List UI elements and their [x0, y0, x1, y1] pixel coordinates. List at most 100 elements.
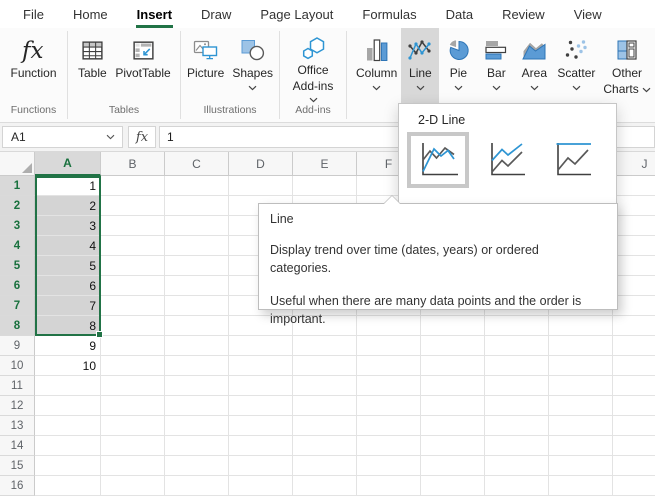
cell-i13[interactable]: [549, 416, 613, 436]
row-header-10[interactable]: 10: [0, 356, 35, 376]
cell-i16[interactable]: [549, 476, 613, 496]
chart-option-stacked-line[interactable]: [477, 132, 535, 188]
cell-d10[interactable]: [229, 356, 293, 376]
cell-j9[interactable]: [613, 336, 655, 356]
column-header-j[interactable]: J: [613, 152, 655, 176]
row-header-14[interactable]: 14: [0, 436, 35, 456]
cell-e13[interactable]: [293, 416, 357, 436]
cell-c7[interactable]: [165, 296, 229, 316]
ribbon-button-bar[interactable]: Bar: [477, 28, 515, 103]
column-header-a[interactable]: A: [35, 152, 101, 176]
cell-h10[interactable]: [485, 356, 549, 376]
cell-j5[interactable]: [613, 256, 655, 276]
ribbon-button-scatter[interactable]: Scatter: [553, 28, 599, 103]
row-header-11[interactable]: 11: [0, 376, 35, 396]
cell-b6[interactable]: [101, 276, 165, 296]
cell-c9[interactable]: [165, 336, 229, 356]
cell-c8[interactable]: [165, 316, 229, 336]
cell-a6[interactable]: 6: [35, 276, 101, 296]
cell-j10[interactable]: [613, 356, 655, 376]
row-header-2[interactable]: 2: [0, 196, 35, 216]
row-header-8[interactable]: 8: [0, 316, 35, 336]
cell-a15[interactable]: [35, 456, 101, 476]
cell-j14[interactable]: [613, 436, 655, 456]
cell-j12[interactable]: [613, 396, 655, 416]
cell-b10[interactable]: [101, 356, 165, 376]
cell-a11[interactable]: [35, 376, 101, 396]
cell-h13[interactable]: [485, 416, 549, 436]
cell-a1[interactable]: 1: [35, 176, 101, 196]
cell-a7[interactable]: 7: [35, 296, 101, 316]
column-header-c[interactable]: C: [165, 152, 229, 176]
cell-i12[interactable]: [549, 396, 613, 416]
cell-c5[interactable]: [165, 256, 229, 276]
row-header-6[interactable]: 6: [0, 276, 35, 296]
cell-e9[interactable]: [293, 336, 357, 356]
select-all-corner[interactable]: [0, 152, 35, 176]
cell-f9[interactable]: [357, 336, 421, 356]
cell-g14[interactable]: [421, 436, 485, 456]
cell-j1[interactable]: [613, 176, 655, 196]
cell-b11[interactable]: [101, 376, 165, 396]
cell-d15[interactable]: [229, 456, 293, 476]
cell-a5[interactable]: 5: [35, 256, 101, 276]
cell-f14[interactable]: [357, 436, 421, 456]
chevron-down-icon[interactable]: [372, 84, 381, 91]
cell-g11[interactable]: [421, 376, 485, 396]
chart-option-line[interactable]: [407, 132, 469, 188]
cell-i10[interactable]: [549, 356, 613, 376]
cell-j3[interactable]: [613, 216, 655, 236]
cell-g10[interactable]: [421, 356, 485, 376]
ribbon-button-line[interactable]: Line: [401, 28, 439, 103]
cell-c13[interactable]: [165, 416, 229, 436]
cell-d12[interactable]: [229, 396, 293, 416]
cell-a16[interactable]: [35, 476, 101, 496]
cell-i15[interactable]: [549, 456, 613, 476]
cell-e10[interactable]: [293, 356, 357, 376]
cell-d1[interactable]: [229, 176, 293, 196]
cell-b12[interactable]: [101, 396, 165, 416]
cell-j7[interactable]: [613, 296, 655, 316]
cell-a13[interactable]: [35, 416, 101, 436]
cell-h14[interactable]: [485, 436, 549, 456]
chevron-down-icon[interactable]: [492, 84, 501, 91]
cell-a12[interactable]: [35, 396, 101, 416]
chevron-down-icon[interactable]: [416, 84, 425, 91]
ribbon-button-pie[interactable]: Pie: [439, 28, 477, 103]
cell-h15[interactable]: [485, 456, 549, 476]
cell-g9[interactable]: [421, 336, 485, 356]
cell-c1[interactable]: [165, 176, 229, 196]
chevron-down-icon[interactable]: [248, 84, 257, 91]
row-header-5[interactable]: 5: [0, 256, 35, 276]
ribbon-button-other-charts[interactable]: OtherCharts: [599, 28, 654, 103]
cell-g12[interactable]: [421, 396, 485, 416]
column-header-d[interactable]: D: [229, 152, 293, 176]
cell-b4[interactable]: [101, 236, 165, 256]
cell-d16[interactable]: [229, 476, 293, 496]
cell-b2[interactable]: [101, 196, 165, 216]
cell-b14[interactable]: [101, 436, 165, 456]
cell-h16[interactable]: [485, 476, 549, 496]
cell-c11[interactable]: [165, 376, 229, 396]
ribbon-button-function[interactable]: fxFunction: [6, 28, 60, 103]
cell-j16[interactable]: [613, 476, 655, 496]
cell-f15[interactable]: [357, 456, 421, 476]
chevron-down-icon[interactable]: [309, 96, 318, 103]
cell-c12[interactable]: [165, 396, 229, 416]
tab-draw[interactable]: Draw: [200, 2, 232, 27]
row-header-3[interactable]: 3: [0, 216, 35, 236]
ribbon-button-picture[interactable]: Picture: [183, 28, 228, 103]
cell-f10[interactable]: [357, 356, 421, 376]
cell-b15[interactable]: [101, 456, 165, 476]
ribbon-button-shapes[interactable]: Shapes: [228, 28, 277, 103]
cell-j15[interactable]: [613, 456, 655, 476]
row-header-9[interactable]: 9: [0, 336, 35, 356]
cell-c4[interactable]: [165, 236, 229, 256]
cell-c3[interactable]: [165, 216, 229, 236]
cell-c14[interactable]: [165, 436, 229, 456]
ribbon-button-column[interactable]: Column: [352, 28, 401, 103]
tab-data[interactable]: Data: [445, 2, 474, 27]
cell-j2[interactable]: [613, 196, 655, 216]
tab-file[interactable]: File: [22, 2, 45, 27]
tab-home[interactable]: Home: [72, 2, 109, 27]
